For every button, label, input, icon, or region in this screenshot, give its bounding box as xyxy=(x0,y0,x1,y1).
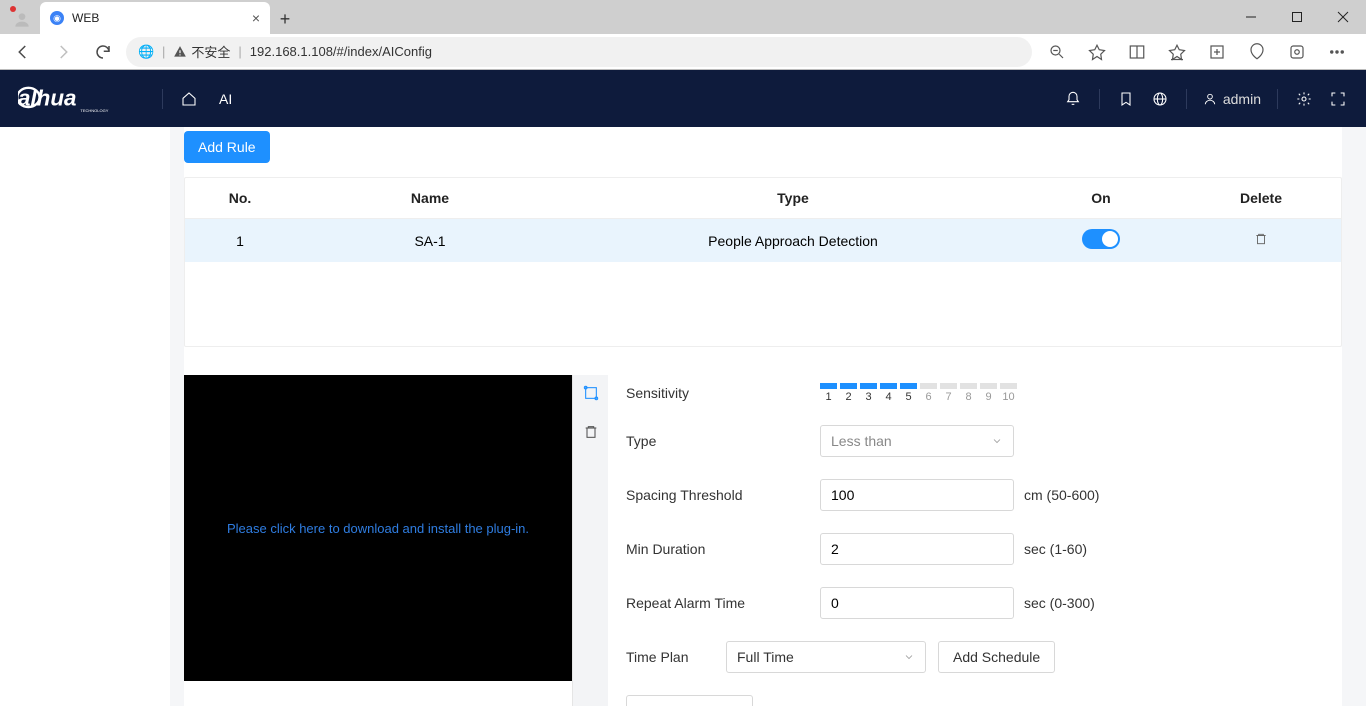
performance-icon[interactable] xyxy=(1238,37,1276,67)
repeat-label: Repeat Alarm Time xyxy=(626,595,820,611)
minduration-label: Min Duration xyxy=(626,541,820,557)
app-shell: alhuaTECHNOLOGY AI admin Add Rule xyxy=(0,70,1366,706)
draw-rect-icon[interactable] xyxy=(583,385,599,406)
app-icon[interactable] xyxy=(1278,37,1316,67)
fullscreen-icon[interactable] xyxy=(1328,89,1348,109)
add-rule-button[interactable]: Add Rule xyxy=(184,131,270,163)
sidebar xyxy=(0,127,170,706)
more-icon[interactable] xyxy=(1318,37,1356,67)
bookmark-icon[interactable] xyxy=(1116,89,1136,109)
video-preview[interactable]: Please click here to download and instal… xyxy=(184,375,572,681)
spacing-label: Spacing Threshold xyxy=(626,487,820,503)
lower-section: Please click here to download and instal… xyxy=(184,375,1342,706)
maximize-button[interactable] xyxy=(1274,0,1320,34)
tab-strip: ◉ WEB × + xyxy=(0,0,1366,34)
tab-title: WEB xyxy=(72,11,99,25)
nav-ai[interactable]: AI xyxy=(219,91,232,107)
url-field[interactable]: 🌐 | 不安全 | 192.168.1.108/#/index/AIConfig xyxy=(126,37,1032,67)
favorite-icon[interactable] xyxy=(1078,37,1116,67)
add-schedule-button[interactable]: Add Schedule xyxy=(938,641,1055,673)
col-delete: Delete xyxy=(1181,178,1341,219)
refresh-button[interactable] xyxy=(86,37,120,67)
user-menu[interactable]: admin xyxy=(1203,91,1261,107)
collections-icon[interactable] xyxy=(1198,37,1236,67)
sensitivity-label: Sensitivity xyxy=(626,385,820,401)
col-on: On xyxy=(1021,178,1181,219)
address-bar: 🌐 | 不安全 | 192.168.1.108/#/index/AIConfig xyxy=(0,34,1366,70)
col-name: Name xyxy=(295,178,565,219)
type-label: Type xyxy=(626,433,820,449)
split-icon[interactable] xyxy=(1118,37,1156,67)
minduration-input[interactable] xyxy=(820,533,1014,565)
tab-close-icon[interactable]: × xyxy=(252,10,260,26)
new-tab-button[interactable]: + xyxy=(270,4,300,34)
content-panel: Add Rule No. Name Type On Delete xyxy=(170,127,1366,706)
bell-icon[interactable] xyxy=(1063,89,1083,109)
globe-icon[interactable] xyxy=(1150,89,1170,109)
forward-button[interactable] xyxy=(46,37,80,67)
browser-chrome: ◉ WEB × + 🌐 | 不安全 | 192.168.1.108/#/inde… xyxy=(0,0,1366,70)
back-button[interactable] xyxy=(6,37,40,67)
profile-icon[interactable] xyxy=(8,6,36,34)
timeplan-select[interactable]: Full Time xyxy=(726,641,926,673)
timeplan-label: Time Plan xyxy=(626,649,714,665)
type-select[interactable]: Less than xyxy=(820,425,1014,457)
ie-icon: 🌐 xyxy=(138,44,154,60)
logo: alhuaTECHNOLOGY xyxy=(18,83,146,115)
minimize-button[interactable] xyxy=(1228,0,1274,34)
url-text: 192.168.1.108/#/index/AIConfig xyxy=(250,44,432,59)
home-icon[interactable] xyxy=(179,89,199,109)
svg-text:TECHNOLOGY: TECHNOLOGY xyxy=(80,107,108,112)
gear-icon[interactable] xyxy=(1294,89,1314,109)
config-form: Sensitivity 12345678910 Type Less than xyxy=(608,375,1342,706)
repeat-unit: sec (0-300) xyxy=(1024,595,1095,611)
tab-favicon-icon: ◉ xyxy=(50,11,64,25)
main-content: Add Rule No. Name Type On Delete xyxy=(0,127,1366,706)
delete-icon[interactable] xyxy=(1254,233,1268,249)
col-type: Type xyxy=(565,178,1021,219)
app-header: alhuaTECHNOLOGY AI admin xyxy=(0,70,1366,127)
event-linkage-button[interactable]: +Event Linkage xyxy=(626,695,753,706)
spacing-unit: cm (50-600) xyxy=(1024,487,1099,503)
rules-table: No. Name Type On Delete 1 SA-1 P xyxy=(184,177,1342,347)
draw-tools xyxy=(572,375,608,706)
minduration-unit: sec (1-60) xyxy=(1024,541,1087,557)
favorites-list-icon[interactable] xyxy=(1158,37,1196,67)
zoom-icon[interactable] xyxy=(1038,37,1076,67)
repeat-input[interactable] xyxy=(820,587,1014,619)
spacing-input[interactable] xyxy=(820,479,1014,511)
window-controls xyxy=(1228,0,1366,34)
browser-tab[interactable]: ◉ WEB × xyxy=(40,2,270,34)
col-no: No. xyxy=(185,178,295,219)
close-window-button[interactable] xyxy=(1320,0,1366,34)
sensitivity-slider[interactable]: 12345678910 xyxy=(820,383,1017,403)
toggle-on[interactable] xyxy=(1082,229,1120,249)
table-row[interactable]: 1 SA-1 People Approach Detection xyxy=(185,219,1341,263)
insecure-warning: 不安全 xyxy=(173,42,230,61)
tool-delete-icon[interactable] xyxy=(583,424,599,445)
